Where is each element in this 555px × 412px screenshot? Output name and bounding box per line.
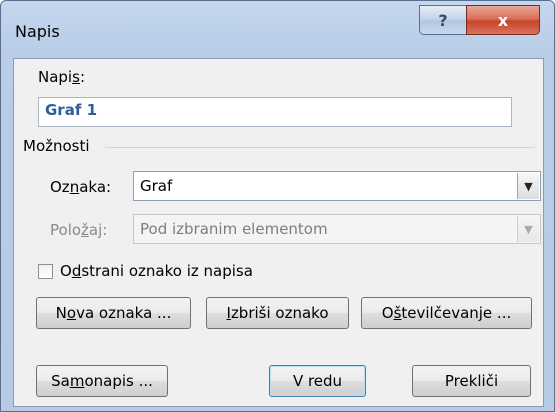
title-bar[interactable]: Napis ? x: [1, 1, 554, 57]
delete-label-button[interactable]: Izbriši oznako: [206, 297, 349, 329]
label-select[interactable]: Graf ▼: [133, 171, 541, 201]
close-button[interactable]: x: [466, 5, 540, 35]
cancel-button[interactable]: Prekliči: [412, 365, 531, 397]
caption-input[interactable]: Graf 1: [38, 97, 512, 127]
new-label-button[interactable]: No va oznaka ...: [36, 297, 191, 329]
label-select-value: Graf: [140, 177, 173, 195]
caption-dialog: Napis ? x Napis: Graf 1 Možnosti Oznaka:…: [0, 0, 555, 412]
options-divider: [105, 147, 535, 148]
close-icon: x: [497, 10, 509, 30]
chevron-down-icon[interactable]: ▼: [517, 173, 539, 199]
caption-input-value: Graf 1: [45, 101, 98, 119]
help-icon: ?: [438, 10, 448, 30]
label-field-label: Oznaka:: [50, 178, 112, 196]
position-select[interactable]: Pod izbranim elementom ▼: [133, 214, 541, 244]
caption-label: Napis:: [38, 68, 85, 86]
options-group-label: Možnosti: [23, 137, 90, 155]
help-button[interactable]: ?: [419, 5, 467, 35]
dialog-body: Napis: Graf 1 Možnosti Oznaka: Graf ▼ Po…: [13, 58, 544, 407]
chevron-down-icon[interactable]: ▼: [517, 216, 539, 242]
numbering-button[interactable]: Oš tevilčevanje ...: [361, 297, 532, 329]
exclude-label-checkbox-label[interactable]: Odstrani oznako iz napisa: [60, 262, 253, 280]
position-field-label: Položaj:: [50, 221, 108, 239]
exclude-label-checkbox[interactable]: [38, 264, 53, 279]
autocaption-button[interactable]: Sa m onapis ...: [36, 365, 168, 397]
ok-button[interactable]: V redu: [269, 365, 366, 397]
position-select-value: Pod izbranim elementom: [140, 220, 328, 238]
window-title: Napis: [15, 22, 60, 41]
